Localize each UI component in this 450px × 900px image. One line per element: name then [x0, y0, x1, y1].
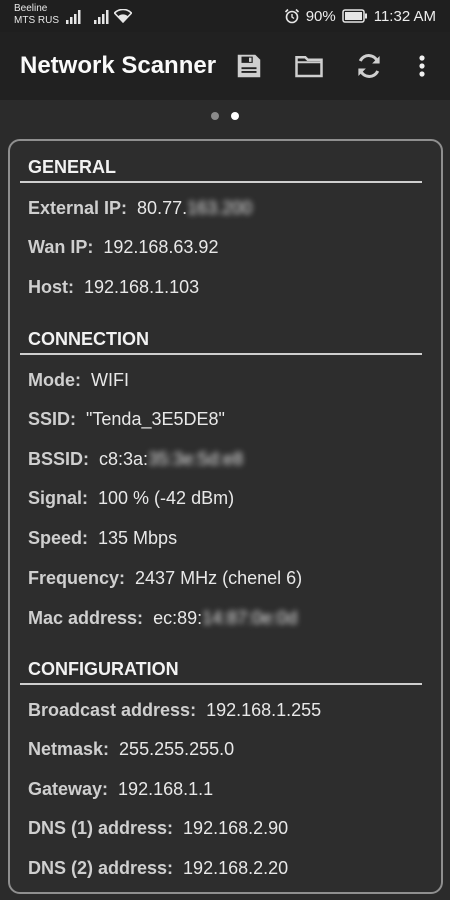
- wan-ip-label: Wan IP:: [28, 237, 94, 257]
- row-ssid: SSID: "Tenda_3E5DE8": [28, 409, 225, 431]
- row-mode: Mode: WIFI: [28, 370, 129, 392]
- refresh-button[interactable]: [353, 50, 385, 82]
- battery-icon: [341, 9, 367, 23]
- broadcast-address-label: Broadcast address:: [28, 700, 197, 720]
- frequency-value: 2437 MHz (chenel 6): [135, 568, 303, 588]
- clock: 11:32 AM: [373, 7, 436, 25]
- battery-percent: 90%: [305, 7, 336, 25]
- wan-ip-value: 192.168.63.92: [103, 237, 219, 257]
- gateway-label: Gateway:: [28, 779, 109, 799]
- row-signal: Signal: 100 % (-42 dBm): [28, 488, 234, 510]
- ssid-value: "Tenda_3E5DE8": [86, 409, 225, 429]
- row-bssid: BSSID: c8:3a:35:3e:5d:e8: [28, 449, 243, 471]
- row-external-ip: External IP: 80.77.163.200: [28, 198, 252, 220]
- refresh-icon: [358, 54, 380, 78]
- section-header-general: GENERAL: [20, 157, 422, 183]
- dns1-address-label: DNS (1) address:: [28, 818, 174, 838]
- mac-address-label: Mac address:: [28, 608, 144, 628]
- status-bar: Beeline MTS RUS 90% 11:32 AM: [0, 0, 450, 32]
- row-dns2-address: DNS (2) address: 192.168.2.20: [28, 858, 288, 880]
- netmask-label: Netmask:: [28, 739, 110, 759]
- row-speed: Speed: 135 Mbps: [28, 528, 177, 550]
- external-ip-value: 80.77.: [137, 198, 188, 218]
- wifi-icon: [114, 9, 132, 23]
- more-vert-icon: [419, 55, 425, 77]
- ssid-label: SSID:: [28, 409, 77, 429]
- alarm-icon: [284, 8, 299, 24]
- carrier-2: MTS RUS: [14, 15, 59, 26]
- dns2-address-label: DNS (2) address:: [28, 858, 174, 878]
- broadcast-address-value: 192.168.1.255: [206, 700, 322, 720]
- mode-label: Mode:: [28, 370, 81, 390]
- mode-value: WIFI: [91, 370, 129, 390]
- host-value: 192.168.1.103: [84, 277, 200, 297]
- folder-icon: [295, 56, 323, 78]
- more-options-button[interactable]: [406, 50, 438, 82]
- section-header-connection: CONNECTION: [20, 329, 422, 355]
- external-ip-label: External IP:: [28, 198, 128, 218]
- row-host: Host: 192.168.1.103: [28, 277, 199, 299]
- row-mac-address: Mac address: ec:89:14:87:0e:0d: [28, 608, 297, 630]
- mac-address-redacted: 14:87:0e:0d: [202, 608, 298, 628]
- row-wan-ip: Wan IP: 192.168.63.92: [28, 237, 218, 259]
- carrier-1: Beeline: [14, 3, 48, 14]
- host-label: Host:: [28, 277, 74, 297]
- bssid-redacted: 35:3e:5d:e8: [148, 449, 244, 469]
- app-title: Network Scanner: [20, 52, 217, 79]
- carrier-info: Beeline MTS RUS: [14, 3, 59, 27]
- status-right: 90% 11:32 AM: [284, 6, 436, 26]
- dns1-address-value: 192.168.2.90: [183, 818, 289, 838]
- speed-label: Speed:: [28, 528, 89, 548]
- frequency-label: Frequency:: [28, 568, 126, 588]
- save-button[interactable]: [233, 50, 265, 82]
- bssid-label: BSSID:: [28, 449, 90, 469]
- app-bar: Network Scanner: [0, 32, 450, 100]
- save-icon: [237, 54, 261, 78]
- open-folder-button[interactable]: [293, 50, 325, 82]
- signal-strength-icon: [94, 10, 109, 24]
- dns2-address-value: 192.168.2.20: [183, 858, 289, 878]
- netmask-value: 255.255.255.0: [119, 739, 235, 759]
- signal-strength-icon: [66, 10, 81, 24]
- gateway-value: 192.168.1.1: [118, 779, 214, 799]
- row-broadcast-address: Broadcast address: 192.168.1.255: [28, 700, 321, 722]
- signal-label: Signal:: [28, 488, 89, 508]
- bssid-value: c8:3a:: [99, 449, 149, 469]
- row-dns1-address: DNS (1) address: 192.168.2.90: [28, 818, 288, 840]
- row-frequency: Frequency: 2437 MHz (chenel 6): [28, 568, 302, 590]
- external-ip-redacted: 163.200: [187, 198, 253, 218]
- mac-address-value: ec:89:: [153, 608, 203, 628]
- section-header-configuration: CONFIGURATION: [20, 659, 422, 685]
- row-netmask: Netmask: 255.255.255.0: [28, 739, 234, 761]
- signal-value: 100 % (-42 dBm): [98, 488, 235, 508]
- page-dot-1[interactable]: [211, 112, 219, 120]
- speed-value: 135 Mbps: [98, 528, 178, 548]
- page-dot-2-active[interactable]: [231, 112, 239, 120]
- page-indicator: [0, 112, 450, 124]
- row-gateway: Gateway: 192.168.1.1: [28, 779, 213, 801]
